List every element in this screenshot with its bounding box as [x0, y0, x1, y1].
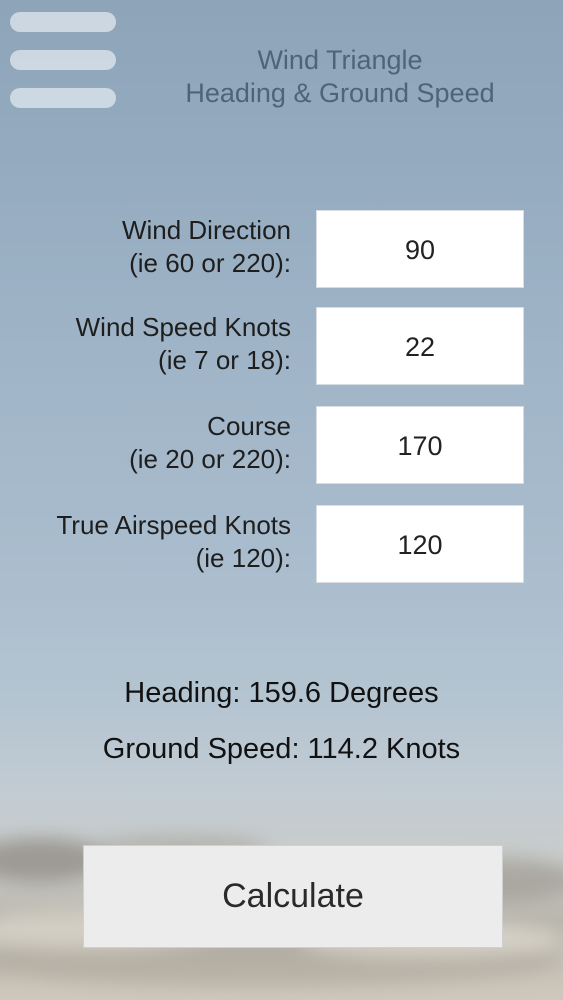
true-airspeed-label-line2: (ie 120):	[195, 543, 291, 573]
title-line-1: Wind Triangle	[257, 45, 423, 75]
menu-bar	[10, 88, 116, 108]
true-airspeed-label: True Airspeed Knots (ie 120):	[0, 509, 291, 575]
true-airspeed-row: True Airspeed Knots (ie 120): 120	[0, 505, 563, 583]
wind-speed-row: Wind Speed Knots (ie 7 or 18): 22	[0, 307, 563, 385]
wind-speed-input[interactable]: 22	[316, 307, 524, 385]
wind-speed-label-line1: Wind Speed Knots	[75, 312, 291, 342]
true-airspeed-input[interactable]: 120	[316, 505, 524, 583]
wind-direction-input[interactable]: 90	[316, 210, 524, 288]
wind-direction-label: Wind Direction (ie 60 or 220):	[0, 214, 291, 280]
course-input[interactable]: 170	[316, 406, 524, 484]
wind-direction-label-line2: (ie 60 or 220):	[129, 248, 291, 278]
title-line-2: Heading & Ground Speed	[185, 78, 495, 108]
course-row: Course (ie 20 or 220): 170	[0, 406, 563, 484]
wind-direction-label-line1: Wind Direction	[121, 215, 291, 245]
heading-result: Heading: 159.6 Degrees	[124, 677, 439, 709]
wind-direction-row: Wind Direction (ie 60 or 220): 90	[0, 210, 563, 288]
course-label-line2: (ie 20 or 220):	[129, 444, 291, 474]
menu-bar	[10, 12, 116, 32]
hamburger-menu-icon[interactable]	[10, 12, 116, 112]
course-label: Course (ie 20 or 220):	[0, 410, 291, 476]
page-title: Wind Triangle Heading & Ground Speed	[160, 44, 520, 110]
wind-speed-label: Wind Speed Knots (ie 7 or 18):	[0, 311, 291, 377]
course-label-line1: Course	[207, 411, 291, 441]
menu-bar	[10, 50, 116, 70]
calculate-button[interactable]: Calculate	[83, 845, 503, 948]
ground-speed-result: Ground Speed: 114.2 Knots	[102, 733, 461, 765]
true-airspeed-label-line1: True Airspeed Knots	[56, 510, 291, 540]
wind-speed-label-line2: (ie 7 or 18):	[158, 345, 291, 375]
